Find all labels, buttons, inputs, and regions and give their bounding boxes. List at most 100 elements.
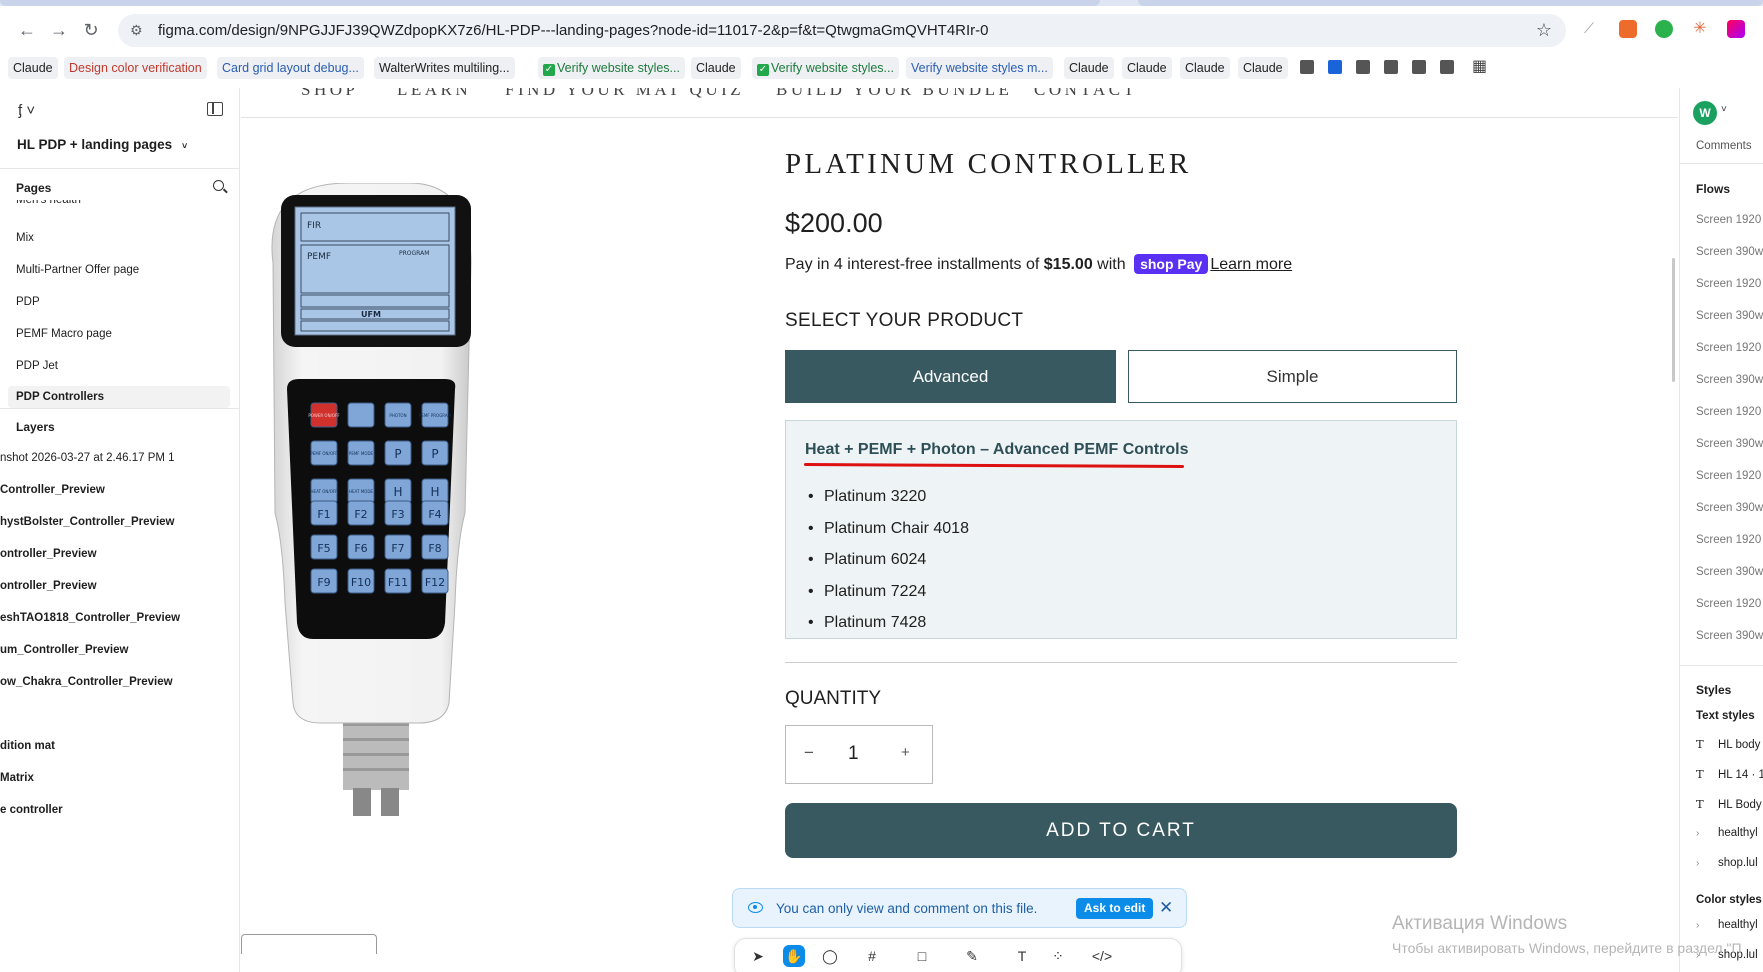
flow-item[interactable]: Screen 1920 bbox=[1696, 214, 1761, 226]
quantity-minus-button[interactable]: − bbox=[804, 743, 814, 763]
bookmark-favicon[interactable] bbox=[1440, 60, 1454, 74]
flow-item[interactable]: Screen 1920 bbox=[1696, 534, 1761, 546]
reload-icon[interactable]: ↻ bbox=[80, 19, 102, 41]
page-item[interactable]: Multi-Partner Offer page bbox=[16, 264, 139, 276]
flow-item[interactable]: Screen 390w bbox=[1696, 374, 1763, 386]
bookmark-favicon[interactable] bbox=[1328, 60, 1342, 74]
ask-to-edit-button[interactable]: Ask to edit bbox=[1076, 898, 1154, 919]
bookmark-verify-1[interactable]: ✓ Verify website styles... bbox=[538, 57, 685, 79]
page-item[interactable]: PEMF Macro page bbox=[16, 328, 112, 340]
hand-tool-icon[interactable]: ✋ bbox=[783, 945, 805, 967]
bookmark-verify-2[interactable]: ✓ Verify website styles... bbox=[752, 57, 899, 79]
layer-item[interactable]: Controller_Preview bbox=[0, 484, 105, 496]
nav-learn[interactable]: LEARN bbox=[397, 88, 471, 100]
frame-tool-icon[interactable]: # bbox=[861, 945, 883, 967]
text-style-item[interactable]: T HL Body bbox=[1696, 797, 1762, 811]
comments-tab[interactable]: Comments bbox=[1696, 140, 1752, 152]
flow-item[interactable]: Screen 390w bbox=[1696, 438, 1763, 450]
canvas-scrollbar[interactable] bbox=[1672, 258, 1675, 382]
figma-menu-icon[interactable]: ᶂ ˅ bbox=[18, 102, 35, 119]
style-group[interactable]: › healthyl bbox=[1696, 827, 1758, 839]
apps-grid-icon[interactable]: ▦ bbox=[1472, 59, 1487, 75]
flow-item[interactable]: Screen 390w bbox=[1696, 566, 1763, 578]
flow-item[interactable]: Screen 1920 bbox=[1696, 278, 1761, 290]
extension-icon[interactable]: ⟋ bbox=[1584, 20, 1602, 38]
url-text[interactable]: figma.com/design/9NPGJJFJ39QWZdpopKX7z6/… bbox=[158, 22, 989, 39]
page-item[interactable]: Men's health bbox=[16, 200, 81, 208]
chevron-down-icon[interactable]: ˅ bbox=[1721, 104, 1727, 115]
option-simple-button[interactable]: Simple bbox=[1128, 350, 1457, 403]
extension-rss-icon[interactable] bbox=[1619, 20, 1637, 38]
site-info-icon[interactable]: ⚙ bbox=[130, 22, 143, 39]
move-tool-icon[interactable]: ➤ bbox=[747, 945, 769, 967]
bookmark-claude-2[interactable]: Claude bbox=[691, 57, 741, 79]
thumbnail-frame[interactable] bbox=[241, 934, 377, 954]
pen-tool-icon[interactable]: ✎ bbox=[961, 945, 983, 967]
bookmark-claude-4[interactable]: Claude bbox=[1122, 57, 1172, 79]
comment-tool-icon[interactable]: ◯ bbox=[819, 945, 841, 967]
search-icon[interactable] bbox=[213, 180, 224, 191]
learn-more-link[interactable]: Learn more bbox=[1210, 256, 1292, 273]
style-group[interactable]: › healthyl bbox=[1696, 919, 1758, 931]
layer-item[interactable]: ontroller_Preview bbox=[0, 580, 97, 592]
bookmark-favicon[interactable] bbox=[1300, 60, 1314, 74]
quantity-plus-button[interactable]: + bbox=[901, 744, 910, 761]
bookmark-favicon[interactable] bbox=[1356, 60, 1370, 74]
layer-item[interactable]: e controller bbox=[0, 804, 63, 816]
bookmark-card-grid[interactable]: Card grid layout debug... bbox=[217, 57, 364, 79]
text-style-item[interactable]: T HL 14 · 1 bbox=[1696, 767, 1763, 781]
add-to-cart-button[interactable]: ADD TO CART bbox=[785, 803, 1457, 858]
nav-bundle[interactable]: BUILD YOUR BUNDLE bbox=[776, 88, 1012, 100]
flow-item[interactable]: Screen 390w bbox=[1696, 502, 1763, 514]
layer-item[interactable]: eshTAO1818_Controller_Preview bbox=[0, 612, 180, 624]
extension-icon-colorful[interactable] bbox=[1727, 20, 1745, 38]
forward-arrow-icon[interactable]: → bbox=[48, 19, 70, 41]
bookmark-claude-6[interactable]: Claude bbox=[1238, 57, 1288, 79]
bookmark-favicon[interactable] bbox=[1384, 60, 1398, 74]
style-group[interactable]: › shop.lul bbox=[1696, 857, 1758, 869]
resources-tool-icon[interactable]: ⁘ bbox=[1047, 945, 1069, 967]
page-item[interactable]: PDP Jet bbox=[16, 360, 58, 372]
bookmark-design-color[interactable]: Design color verification bbox=[64, 57, 207, 79]
page-item-active[interactable]: PDP Controllers bbox=[8, 386, 230, 408]
text-style-item[interactable]: T HL body bbox=[1696, 737, 1760, 751]
flow-item[interactable]: Screen 390w bbox=[1696, 246, 1763, 258]
back-arrow-icon[interactable]: ← bbox=[16, 19, 38, 41]
option-advanced-button[interactable]: Advanced bbox=[785, 350, 1116, 403]
flow-item[interactable]: Screen 390w bbox=[1696, 310, 1763, 322]
text-tool-icon[interactable]: T bbox=[1011, 945, 1033, 967]
layer-item[interactable]: ow_Chakra_Controller_Preview bbox=[0, 676, 173, 688]
layer-item[interactable]: hystBolster_Controller_Preview bbox=[0, 516, 174, 528]
bookmark-claude[interactable]: Claude bbox=[8, 57, 58, 79]
flow-item[interactable]: Screen 390w bbox=[1696, 630, 1763, 642]
rectangle-tool-icon[interactable]: □ bbox=[911, 945, 933, 967]
close-icon[interactable]: ✕ bbox=[1159, 898, 1173, 918]
bookmark-star-icon[interactable]: ☆ bbox=[1536, 20, 1552, 41]
address-bar[interactable]: ⚙ figma.com/design/9NPGJJFJ39QWZdpopKX7z… bbox=[118, 14, 1566, 47]
extension-claude-icon[interactable]: ✳ bbox=[1691, 20, 1709, 38]
dev-mode-icon[interactable]: </> bbox=[1091, 945, 1113, 967]
layer-item[interactable]: nshot 2026-03-27 at 2.46.17 PM 1 bbox=[0, 452, 175, 464]
extension-heart-icon[interactable] bbox=[1655, 20, 1673, 38]
flow-item[interactable]: Screen 1920 bbox=[1696, 598, 1761, 610]
bookmark-verify-3[interactable]: Verify website styles m... bbox=[906, 57, 1053, 79]
layer-item[interactable]: ontroller_Preview bbox=[0, 548, 97, 560]
nav-contact[interactable]: CONTACT bbox=[1034, 88, 1137, 100]
file-title[interactable]: HL PDP + landing pages ˅ bbox=[17, 137, 187, 152]
layer-item[interactable]: dition mat bbox=[0, 740, 55, 752]
figma-canvas[interactable]: SHOP LEARN FIND YOUR MAT QUIZ BUILD YOUR… bbox=[241, 88, 1678, 972]
nav-quiz[interactable]: FIND YOUR MAT QUIZ bbox=[505, 88, 744, 100]
flow-item[interactable]: Screen 1920 bbox=[1696, 406, 1761, 418]
layer-item[interactable]: um_Controller_Preview bbox=[0, 644, 128, 656]
bookmark-claude-3[interactable]: Claude bbox=[1064, 57, 1114, 79]
bookmark-walterwrites[interactable]: WalterWrites multiling... bbox=[374, 57, 515, 79]
avatar[interactable]: W bbox=[1693, 101, 1717, 125]
flow-item[interactable]: Screen 1920 bbox=[1696, 342, 1761, 354]
toggle-sidebar-icon[interactable] bbox=[207, 102, 223, 116]
quantity-value[interactable]: 1 bbox=[848, 743, 859, 765]
page-item[interactable]: Mix bbox=[16, 232, 34, 244]
nav-shop[interactable]: SHOP bbox=[301, 88, 358, 100]
flow-item[interactable]: Screen 1920 bbox=[1696, 470, 1761, 482]
bookmark-claude-5[interactable]: Claude bbox=[1180, 57, 1230, 79]
layer-item[interactable]: Matrix bbox=[0, 772, 34, 784]
